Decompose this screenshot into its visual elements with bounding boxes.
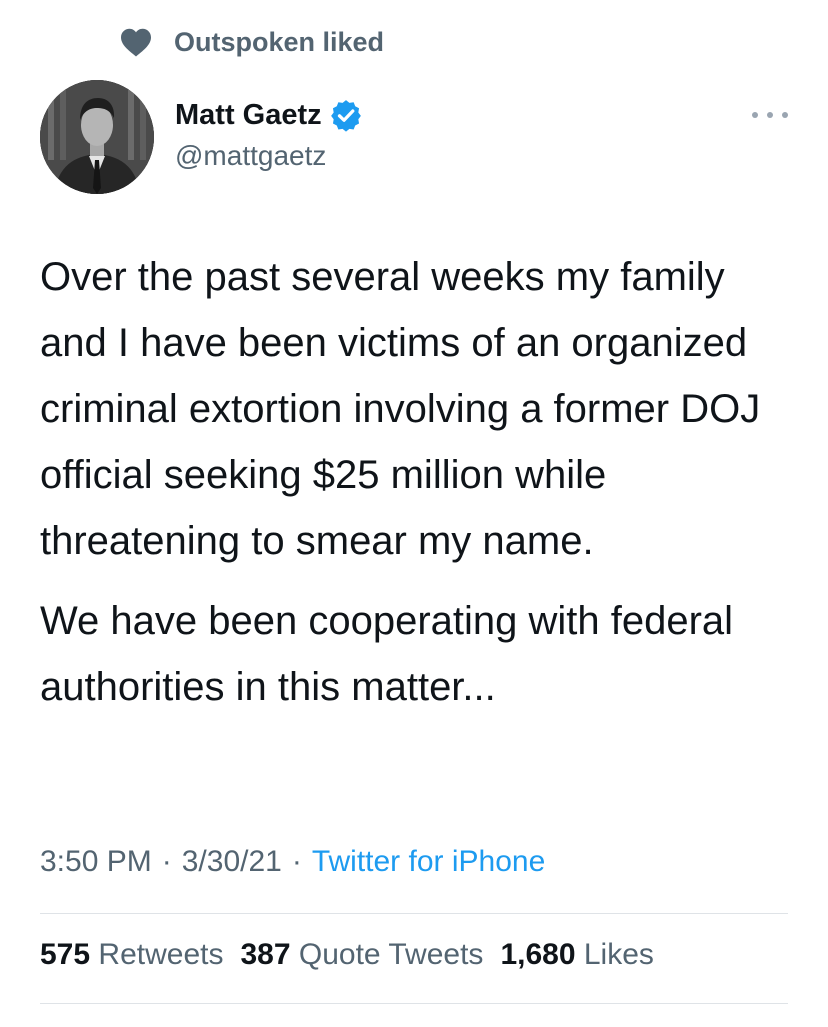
tweet-paragraph: We have been cooperating with federal au… bbox=[40, 599, 734, 709]
tweet-date[interactable]: 3/30/21 bbox=[182, 845, 282, 879]
retweets-stat[interactable]: 575 Retweets bbox=[40, 938, 223, 972]
quote-tweets-label: Quote Tweets bbox=[298, 938, 484, 971]
author-block: Matt Gaetz @mattgaetz bbox=[175, 96, 363, 172]
tweet-metadata: 3:50 PM · 3/30/21 · Twitter for iPhone bbox=[40, 845, 545, 879]
likes-label: Likes bbox=[583, 938, 654, 971]
retweets-count: 575 bbox=[40, 938, 91, 971]
avatar[interactable] bbox=[40, 80, 154, 194]
social-context: Outspoken liked bbox=[118, 22, 384, 62]
tweet-source-link[interactable]: Twitter for iPhone bbox=[312, 845, 545, 879]
likes-stat[interactable]: 1,680 Likes bbox=[500, 938, 653, 972]
likes-count: 1,680 bbox=[500, 938, 576, 971]
social-context-text[interactable]: Outspoken liked bbox=[174, 27, 384, 58]
quote-tweets-stat[interactable]: 387 Quote Tweets bbox=[240, 938, 483, 972]
separator: · bbox=[161, 845, 172, 878]
divider bbox=[40, 913, 788, 914]
verified-badge-icon bbox=[329, 98, 363, 132]
user-handle[interactable]: @mattgaetz bbox=[175, 140, 363, 172]
engagement-stats: 575 Retweets 387 Quote Tweets 1,680 Like… bbox=[40, 938, 671, 972]
tweet-time[interactable]: 3:50 PM bbox=[40, 845, 152, 879]
tweet-paragraph: Over the past several weeks my family an… bbox=[40, 255, 761, 563]
display-name[interactable]: Matt Gaetz bbox=[175, 99, 322, 132]
separator: · bbox=[291, 845, 302, 878]
quote-tweets-count: 387 bbox=[240, 938, 291, 971]
tweet-text: Over the past several weeks my family an… bbox=[40, 244, 800, 720]
more-options-icon[interactable] bbox=[752, 100, 788, 130]
heart-icon bbox=[118, 24, 154, 60]
divider bbox=[40, 1003, 788, 1004]
retweets-label: Retweets bbox=[98, 938, 224, 971]
